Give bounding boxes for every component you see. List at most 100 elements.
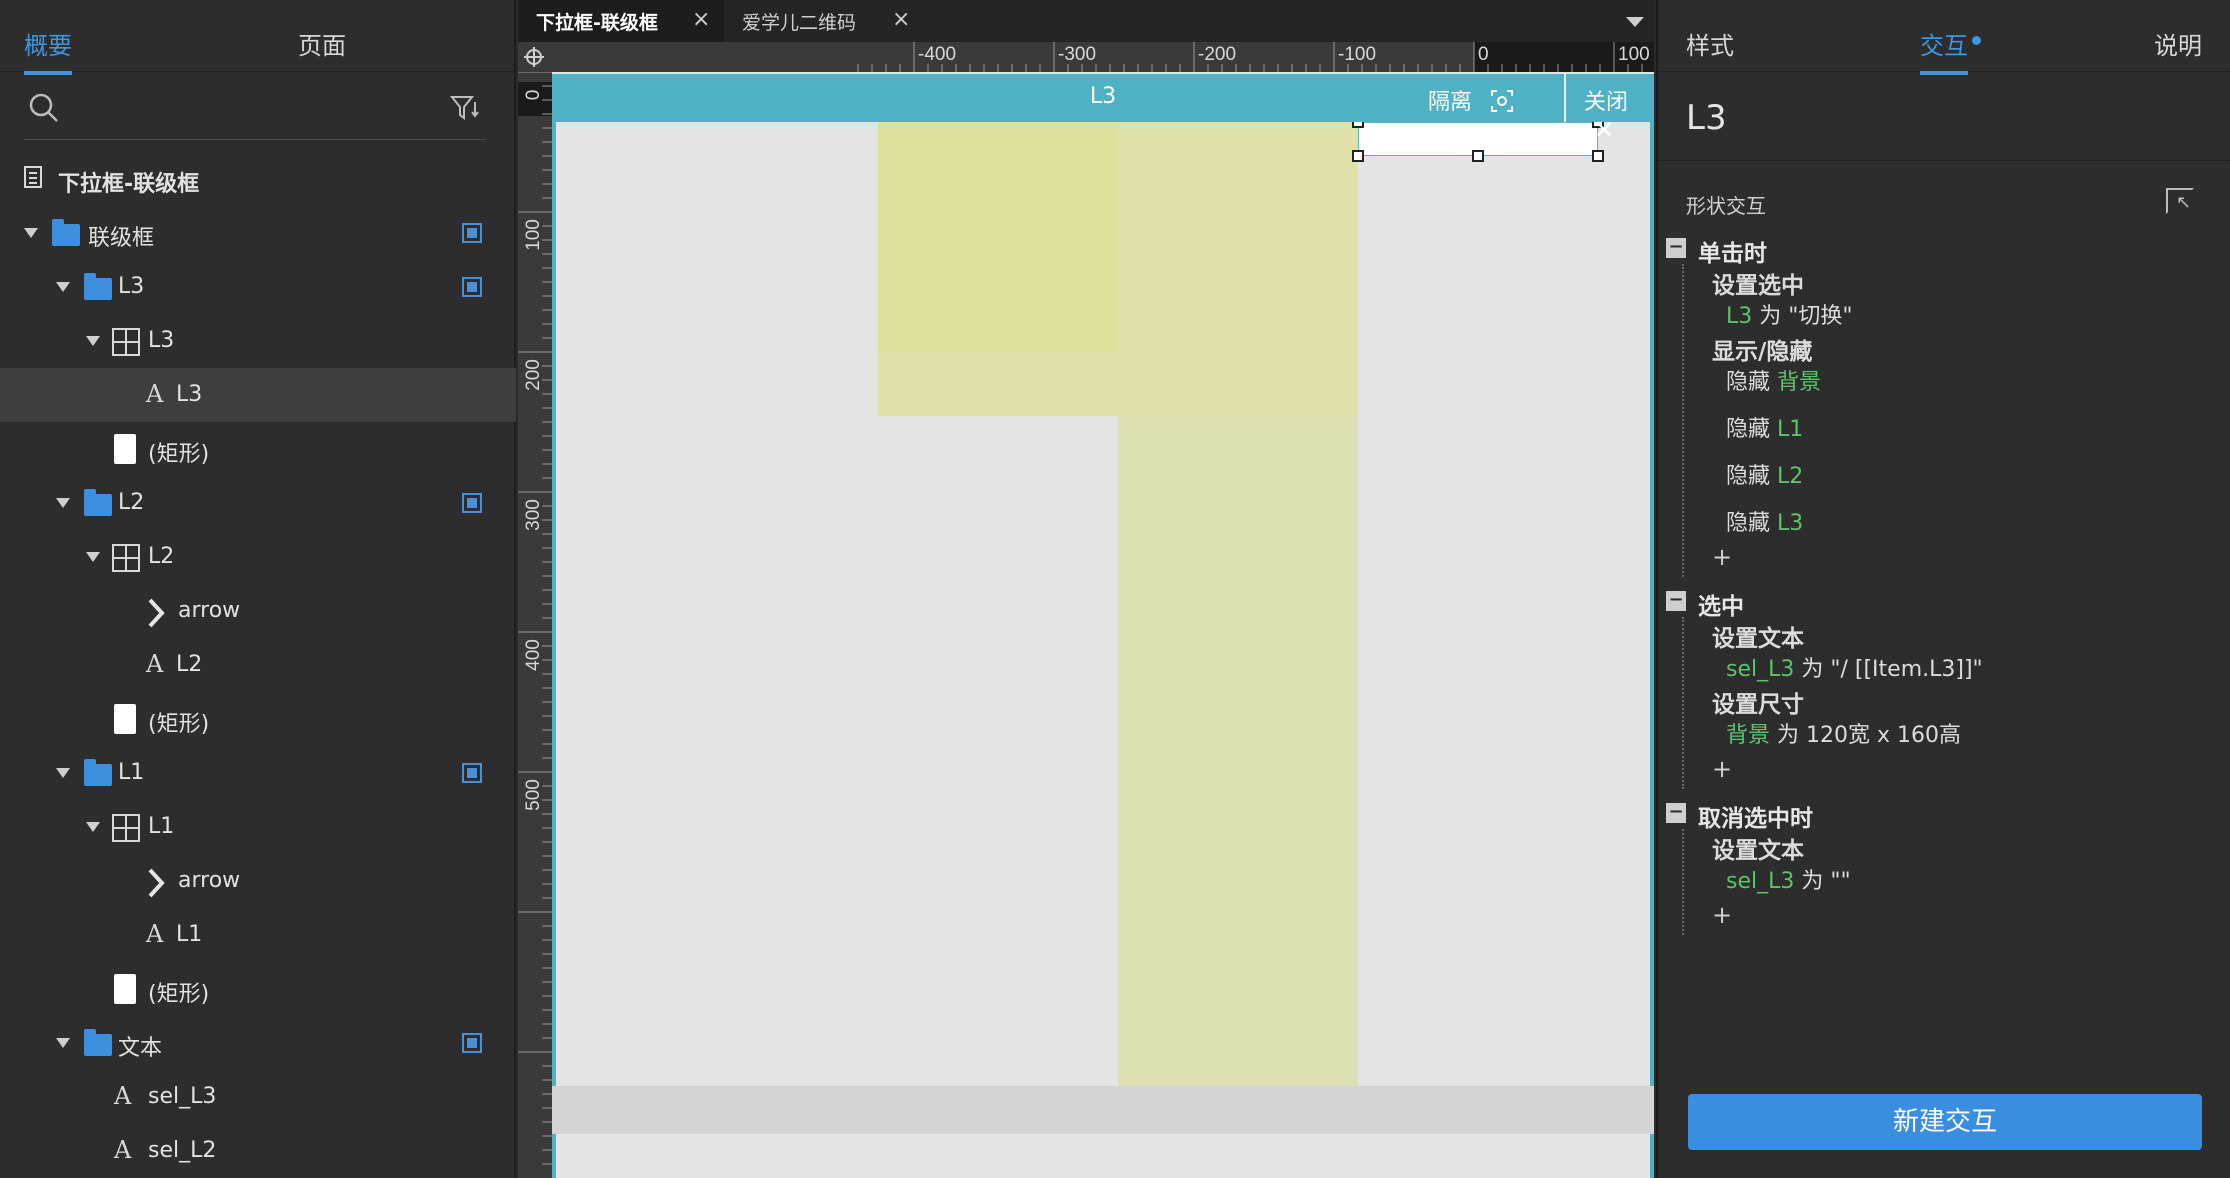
tree-row[interactable]: L2 — [0, 530, 516, 584]
repeater-shape[interactable] — [1118, 416, 1358, 1116]
visibility-toggle-icon[interactable] — [462, 223, 482, 243]
visibility-toggle-icon[interactable] — [462, 277, 482, 297]
resize-handle[interactable] — [1472, 150, 1484, 162]
background-shape[interactable] — [552, 1086, 1654, 1134]
add-action-icon[interactable]: + — [1712, 901, 1732, 929]
tree-row[interactable]: Asel_L3 — [0, 1070, 516, 1124]
action-detail[interactable]: 隐藏 背景 — [1726, 364, 1821, 396]
action-detail[interactable]: sel_L3 为 "" — [1726, 863, 1851, 895]
doc-tab-active[interactable]: 下拉框-联级框 × — [518, 0, 724, 42]
tab-pages[interactable]: 页面 — [298, 26, 346, 61]
repeater-shape[interactable] — [1118, 122, 1358, 416]
ruler-origin[interactable] — [518, 42, 552, 72]
action-name[interactable]: 显示/隐藏 — [1712, 332, 1812, 366]
event-name[interactable]: 取消选中时 — [1698, 799, 1813, 833]
tree-row[interactable]: A L3 — [0, 368, 516, 422]
tree-row[interactable]: (矩形) — [0, 422, 516, 476]
tree-row[interactable]: (矩形) — [0, 692, 516, 746]
tree-row[interactable]: arrow — [0, 584, 516, 638]
expand-caret-icon[interactable] — [86, 822, 100, 832]
expand-caret-icon[interactable] — [56, 1038, 70, 1048]
tab-outline[interactable]: 概要 — [24, 26, 72, 75]
action-detail[interactable]: 隐藏 L1 — [1726, 411, 1803, 443]
action-name[interactable]: 设置选中 — [1712, 266, 1804, 300]
expand-caret-icon[interactable] — [56, 768, 70, 778]
resize-handle[interactable] — [1592, 150, 1604, 162]
text-icon: A — [146, 380, 164, 408]
event-name[interactable]: 选中 — [1698, 587, 1744, 621]
vertical-ruler[interactable]: 0 100 200 300 400 500 — [518, 72, 552, 1178]
select-target-icon[interactable] — [2166, 188, 2194, 214]
crosshair-icon — [524, 47, 544, 67]
resize-handle[interactable] — [1352, 150, 1364, 162]
doc-tab[interactable]: 爱学儿二维码 × — [724, 0, 930, 42]
expand-caret-icon[interactable] — [86, 552, 100, 562]
add-action-icon[interactable]: + — [1712, 543, 1732, 571]
event-guide-line — [1682, 829, 1684, 935]
action-detail[interactable]: sel_L3 为 "/ [[Item.L3]]" — [1726, 651, 1983, 683]
tab-style[interactable]: 样式 — [1686, 26, 1734, 61]
add-action-icon[interactable]: + — [1712, 755, 1732, 783]
ruler-label: 0 — [1478, 44, 1489, 65]
collapse-icon[interactable]: − — [1666, 591, 1686, 611]
expand-caret-icon[interactable] — [56, 498, 70, 508]
target-widget: sel_L3 — [1726, 869, 1795, 894]
action-detail[interactable]: 隐藏 L2 — [1726, 458, 1803, 490]
ruler-label: -100 — [1338, 44, 1377, 65]
repeater-icon — [112, 814, 140, 842]
close-isolation-button[interactable]: 关闭 ✕ — [1584, 84, 1654, 144]
expand-caret-icon[interactable] — [24, 228, 38, 238]
tree-row-label: 联级框 — [88, 226, 155, 251]
target-widget: sel_L3 — [1726, 657, 1795, 682]
collapse-icon[interactable]: − — [1666, 803, 1686, 823]
tree-row[interactable]: arrow — [0, 854, 516, 908]
new-interaction-button[interactable]: 新建交互 — [1688, 1094, 2202, 1150]
action-detail[interactable]: L3 为 "切换" — [1726, 298, 1853, 330]
tree-row[interactable]: A L2 — [0, 638, 516, 692]
text-icon: A — [146, 920, 164, 948]
tab-notes[interactable]: 说明 — [2154, 26, 2202, 61]
tab-overflow-icon[interactable] — [1626, 17, 1644, 27]
filter-icon[interactable] — [450, 94, 482, 122]
visibility-toggle-icon[interactable] — [462, 493, 482, 513]
tree-row[interactable]: (矩形) — [0, 962, 516, 1016]
expand-caret-icon[interactable] — [86, 336, 100, 346]
tree-row[interactable]: Asel_L2 — [0, 1124, 516, 1178]
expand-caret-icon[interactable] — [56, 282, 70, 292]
action-name[interactable]: 设置文本 — [1712, 831, 1804, 865]
event-name[interactable]: 单击时 — [1698, 234, 1767, 268]
collapse-icon[interactable]: − — [1666, 238, 1686, 258]
visibility-toggle-icon[interactable] — [462, 763, 482, 783]
repeater-shape[interactable] — [878, 352, 1118, 416]
isolate-button[interactable]: 隔离 — [1428, 84, 1514, 116]
horizontal-ruler[interactable]: -400 -300 -200 -100 0 100 — [552, 42, 1654, 72]
action-name[interactable]: 设置尺寸 — [1712, 685, 1804, 719]
search-icon[interactable] — [28, 92, 60, 124]
ruler-label: -300 — [1058, 44, 1097, 65]
tree-row[interactable]: 文本 — [0, 1016, 516, 1070]
design-canvas[interactable]: L3 隔离 关闭 ✕ — [552, 72, 1654, 1178]
action-detail[interactable]: 背景 为 120宽 x 160高 — [1726, 717, 1961, 749]
close-tab-icon[interactable]: × — [892, 7, 910, 32]
tree-row[interactable]: 联级框 — [0, 206, 516, 260]
tab-interaction[interactable]: 交互 — [1920, 26, 1968, 75]
action-name[interactable]: 设置文本 — [1712, 619, 1804, 653]
isolate-label: 隔离 — [1428, 90, 1473, 115]
tree-row[interactable]: A L1 — [0, 908, 516, 962]
event-guide-line — [1682, 617, 1684, 789]
selected-widget-name[interactable]: L3 — [1686, 98, 1727, 138]
tree-row-label: sel_L2 — [148, 1138, 217, 1163]
tree-row[interactable]: L3 — [0, 314, 516, 368]
tree-row[interactable]: L1 — [0, 800, 516, 854]
folder-icon — [84, 489, 112, 516]
tree-row[interactable]: L3 — [0, 260, 516, 314]
tree-row[interactable]: 下拉框-联级框 — [0, 152, 516, 206]
action-verb: 隐藏 — [1726, 370, 1777, 395]
action-detail[interactable]: 隐藏 L3 — [1726, 505, 1803, 537]
page-icon — [24, 166, 42, 188]
repeater-shape[interactable] — [878, 122, 1118, 352]
tree-row[interactable]: L1 — [0, 746, 516, 800]
tree-row[interactable]: L2 — [0, 476, 516, 530]
visibility-toggle-icon[interactable] — [462, 1033, 482, 1053]
close-tab-icon[interactable]: × — [692, 7, 710, 32]
